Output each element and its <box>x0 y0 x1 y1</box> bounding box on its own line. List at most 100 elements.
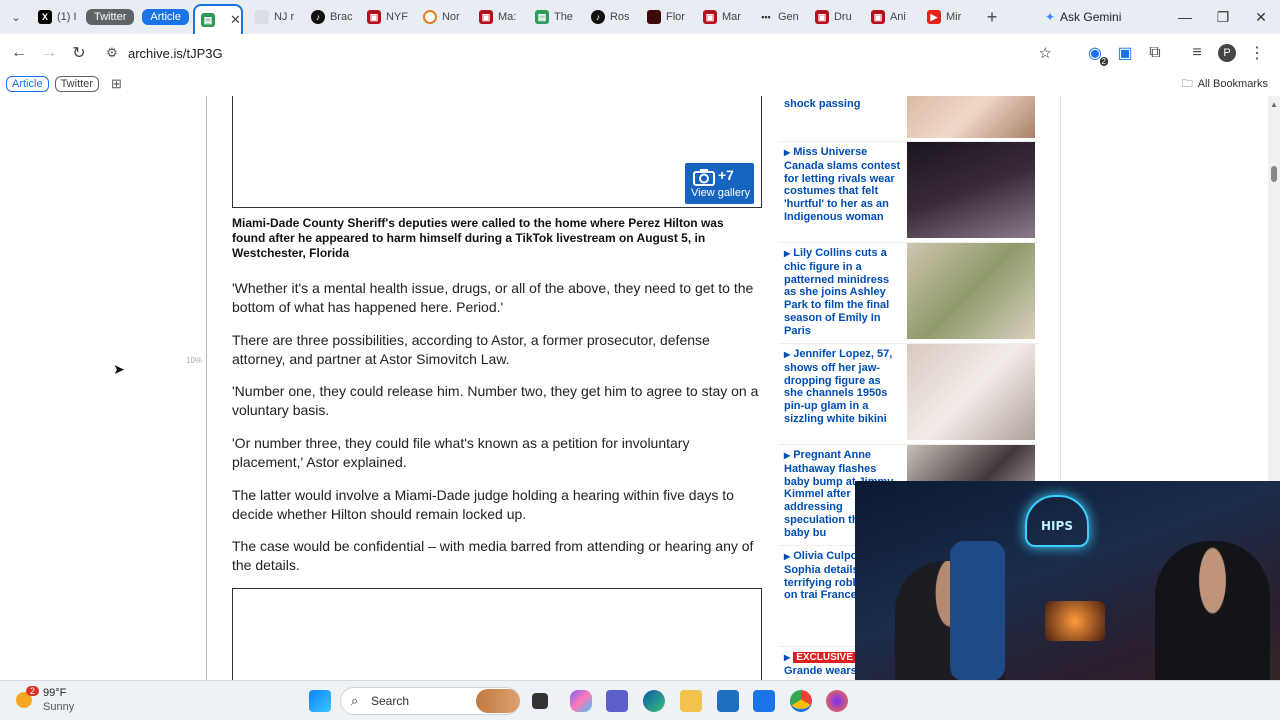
tab-ani[interactable]: ▣ Ani <box>865 4 921 30</box>
reload-icon[interactable]: ↻ <box>64 38 94 68</box>
tab-label: Dru <box>833 11 852 23</box>
bookmark-group-twitter[interactable]: Twitter <box>54 76 99 92</box>
sidebar-article[interactable]: ▶ Miss Universe Canada slams contest for… <box>778 141 1038 239</box>
tab-dru[interactable]: ▣ Dru <box>809 4 865 30</box>
chrome-icon[interactable] <box>790 690 812 712</box>
extensions-puzzle-icon[interactable]: ⧉ <box>1140 38 1170 68</box>
tab-flor[interactable]: Flor <box>641 4 697 30</box>
view-gallery-button[interactable]: +7 View gallery <box>685 163 754 204</box>
edge-icon[interactable] <box>643 690 665 712</box>
restore-icon[interactable]: ❐ <box>1204 0 1242 34</box>
news-favicon-icon: ▣ <box>870 10 885 24</box>
tab-nor[interactable]: Nor <box>417 4 473 30</box>
apps-grid-icon[interactable]: ⊞ <box>111 76 122 92</box>
gallery-image-frame[interactable] <box>232 96 762 208</box>
tab-ma[interactable]: ▣ Ma: <box>473 4 529 30</box>
tab-group-twitter[interactable]: Twitter <box>86 9 135 25</box>
sidebar-headline-text: Miss Universe Canada slams contest for l… <box>784 146 901 223</box>
gaming-chair <box>950 541 1005 681</box>
media-controls-icon[interactable]: ≡ <box>1182 38 1212 68</box>
arrow-icon: ▶ <box>784 148 791 157</box>
extension-badge: 2 <box>1099 57 1108 66</box>
teams-icon[interactable] <box>606 690 628 712</box>
tab-nyf[interactable]: ▣ NYF <box>361 4 417 30</box>
article-paragraph: 'Or number three, they could file what's… <box>232 435 690 470</box>
tab-brac[interactable]: ♪ Brac <box>305 4 361 30</box>
tab-gen[interactable]: ••• Gen <box>753 4 809 30</box>
close-window-icon[interactable]: ✕ <box>1242 0 1280 34</box>
copilot-icon[interactable] <box>570 690 592 712</box>
archive-favicon-icon: ▤ <box>534 10 549 24</box>
sidebar-headline[interactable]: ▶ Lily Collins cuts a chic figure in a p… <box>784 247 902 338</box>
address-bar[interactable]: ⚙ archive.is/tJP3G ☆ <box>100 38 1060 68</box>
tab-label: Ros <box>609 11 630 23</box>
gemini-sparkle-icon: ✦ <box>1044 10 1056 24</box>
tab-label: Mir <box>945 11 962 23</box>
all-bookmarks-button[interactable]: 🗀 All Bookmarks <box>1182 75 1268 94</box>
tab-group-article[interactable]: Article <box>142 9 189 25</box>
gallery-count: +7 <box>718 167 734 183</box>
weather-temp: 99°F <box>43 687 67 699</box>
tab-label: The <box>553 11 573 23</box>
embedded-media-frame[interactable] <box>232 588 762 680</box>
article-paragraph: 'Whether it's a mental health issue, dru… <box>232 280 754 315</box>
new-tab-icon[interactable]: + <box>977 2 1007 32</box>
sidebar-headline[interactable]: ▶ Jennifer Lopez, 57, shows off her jaw-… <box>784 348 902 426</box>
neon-ufo-sign: HIPS <box>1025 495 1089 547</box>
file-explorer-dark-icon[interactable] <box>532 693 548 709</box>
sidebar-thumbnail[interactable] <box>907 96 1035 138</box>
weather-condition: Sunny <box>43 701 75 713</box>
page-favicon-icon <box>254 10 269 24</box>
tab-label: Flor <box>665 11 685 23</box>
bookmark-star-icon[interactable]: ☆ <box>1039 44 1052 62</box>
sidebar-thumbnail[interactable] <box>907 344 1035 440</box>
bookmark-group-article[interactable]: Article <box>6 76 49 92</box>
forward-icon[interactable]: → <box>34 38 64 68</box>
arrow-icon: ▶ <box>784 552 791 561</box>
scrollbar-thumb[interactable] <box>1271 166 1277 182</box>
tab-mar[interactable]: ▣ Mar <box>697 4 753 30</box>
sidebar-article[interactable]: ▶ Jennifer Lopez, 57, shows off her jaw-… <box>778 343 1038 441</box>
store-icon[interactable] <box>717 690 739 712</box>
tab-the[interactable]: ▤ The <box>529 4 585 30</box>
extension-icon[interactable]: ▣ <box>1110 38 1140 68</box>
search-highlight-image <box>476 689 520 713</box>
profile-avatar[interactable]: P <box>1212 38 1242 68</box>
minimize-icon[interactable]: — <box>1166 0 1204 34</box>
sidebar-headline[interactable]: ▶ Miss Universe Canada slams contest for… <box>784 146 902 224</box>
tab-label: Ma: <box>497 11 517 23</box>
site-info-icon[interactable]: ⚙ <box>100 45 124 61</box>
taskbar-search[interactable]: ⌕ Search <box>340 687 520 715</box>
sidebar-thumbnail[interactable] <box>907 243 1035 339</box>
mouse-cursor-icon: ➤ <box>113 361 125 377</box>
tab-strip: ⌄ X (1) I Twitter Article ▤ ✕ NJ r ♪ Brac… <box>0 0 1280 34</box>
back-icon[interactable]: ← <box>4 38 34 68</box>
article-paragraph: There are three possibilities, according… <box>232 332 710 367</box>
firefox-icon[interactable] <box>826 690 848 712</box>
scroll-up-arrow-icon[interactable]: ▲ <box>1270 100 1278 109</box>
close-tab-icon[interactable]: ✕ <box>230 12 241 28</box>
sidebar-article[interactable]: shock passing <box>778 96 1038 138</box>
sidebar-headline[interactable]: shock passing <box>784 98 902 111</box>
menu-kebab-icon[interactable]: ⋮ <box>1242 38 1272 68</box>
arrow-icon: ▶ <box>784 350 791 359</box>
tab-mir[interactable]: ▶ Mir <box>921 4 977 30</box>
extension-icon[interactable]: ◉ 2 <box>1080 38 1110 68</box>
url-text[interactable]: archive.is/tJP3G <box>128 46 223 61</box>
sidebar-thumbnail[interactable] <box>907 142 1035 238</box>
ask-gemini-button[interactable]: ✦ Ask Gemini <box>1045 10 1121 24</box>
folder-icon[interactable] <box>680 690 702 712</box>
windows-start-icon[interactable] <box>309 690 331 712</box>
tab-nj[interactable]: NJ r <box>249 4 305 30</box>
weather-badge: 2 <box>26 686 40 696</box>
weather-widget[interactable]: 2 99°F Sunny <box>14 686 124 716</box>
tab-search-chevron-icon[interactable]: ⌄ <box>0 2 32 32</box>
tab-ros[interactable]: ♪ Ros <box>585 4 641 30</box>
tab-archive-active[interactable]: ▤ ✕ <box>192 4 243 34</box>
sidebar-headline-text: Jennifer Lopez, 57, shows off her jaw-dr… <box>784 348 893 425</box>
tab-twitter[interactable]: X (1) I <box>32 4 82 30</box>
mail-icon[interactable] <box>753 690 775 712</box>
sidebar-article[interactable]: ▶ Lily Collins cuts a chic figure in a p… <box>778 242 1038 340</box>
news-favicon-icon: ▣ <box>702 10 717 24</box>
news-favicon-icon: ▣ <box>366 10 381 24</box>
